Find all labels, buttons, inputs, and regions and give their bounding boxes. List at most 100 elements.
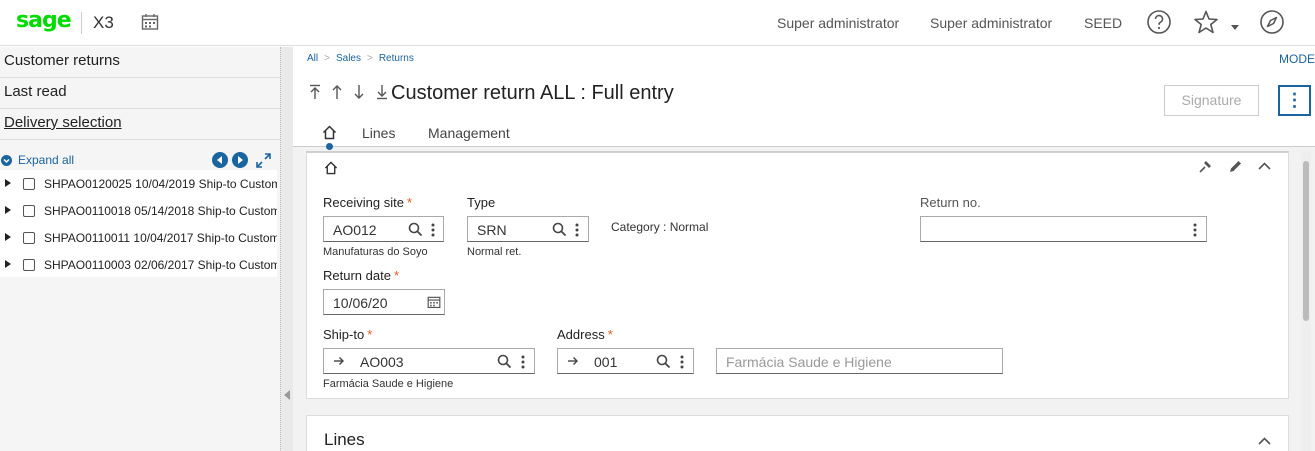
- return-no-label: Return no.: [920, 195, 981, 210]
- chevron-up-icon[interactable]: [1257, 159, 1272, 174]
- field-menu-icon[interactable]: [430, 222, 436, 238]
- address-name-field[interactable]: Farmácia Saude e Higiene: [716, 348, 1003, 374]
- panel-splitter[interactable]: [280, 47, 293, 451]
- scrollbar-thumb[interactable]: [1303, 161, 1309, 321]
- tree-row-label[interactable]: SHPAO0110003 02/06/2017 Ship-to Customer: [44, 258, 277, 272]
- divider: [81, 12, 82, 34]
- more-actions-button[interactable]: ⋮: [1278, 85, 1311, 116]
- field-menu-icon[interactable]: [574, 222, 580, 238]
- field-menu-icon[interactable]: [520, 354, 526, 370]
- type-field[interactable]: SRN: [467, 216, 589, 242]
- user-role-link[interactable]: Super administrator: [777, 15, 899, 31]
- breadcrumb-all[interactable]: All: [307, 53, 318, 64]
- field-menu-icon[interactable]: [679, 354, 685, 370]
- search-icon[interactable]: [552, 222, 567, 237]
- expand-all-link[interactable]: Expand all: [18, 153, 74, 167]
- breadcrumb-sales[interactable]: Sales: [336, 53, 361, 64]
- arrow-right-icon[interactable]: [567, 356, 579, 366]
- user-name-link[interactable]: Super administrator: [930, 15, 1052, 31]
- lines-section-card: Lines: [306, 415, 1289, 451]
- address-label: Address *: [557, 327, 613, 342]
- expand-all-icon[interactable]: [1, 155, 12, 166]
- left-panel-item-delivery-selection[interactable]: Delivery selection: [0, 109, 280, 140]
- receiving-site-field[interactable]: AO012: [323, 216, 444, 242]
- receiving-site-label: Receiving site *: [323, 195, 412, 210]
- mode-link[interactable]: MODE: [1279, 52, 1315, 66]
- top-bar: sage X3 Super administrator Super admini…: [0, 0, 1315, 46]
- return-date-value: 10/06/20: [333, 295, 388, 311]
- main-content: All > Sales > Returns MODE Customer return A…: [293, 47, 1315, 451]
- scrollbar[interactable]: [1301, 151, 1311, 451]
- return-date-label: Return date *: [323, 268, 399, 283]
- tree-row-label[interactable]: SHPAO0120025 10/04/2019 Ship-to Customer: [44, 177, 277, 191]
- left-panel-item-label: Customer returns: [4, 52, 120, 69]
- breadcrumb: All > Sales > Returns: [307, 53, 414, 64]
- star-icon[interactable]: [1193, 9, 1219, 35]
- return-date-field[interactable]: 10/06/20: [323, 289, 445, 315]
- left-panel-item-customer-returns[interactable]: Customer returns: [0, 47, 280, 78]
- chevron-down-icon[interactable]: [1230, 24, 1240, 31]
- arrow-right-icon[interactable]: [333, 356, 345, 366]
- tab-home-icon[interactable]: [322, 125, 337, 140]
- tab-lines[interactable]: Lines: [362, 125, 395, 141]
- signature-button[interactable]: Signature: [1164, 85, 1259, 116]
- lines-section-title: Lines: [324, 430, 365, 449]
- address-field[interactable]: 001: [557, 348, 694, 374]
- active-tab-indicator: [326, 143, 333, 150]
- help-icon[interactable]: [1146, 9, 1172, 35]
- caret-right-icon[interactable]: [5, 233, 11, 241]
- caret-right-icon[interactable]: [5, 179, 11, 187]
- row-checkbox[interactable]: [23, 259, 35, 271]
- tree-row[interactable]: SHPAO0110011 10/04/2017 Ship-to Customer: [0, 224, 277, 251]
- tree-row[interactable]: SHPAO0120025 10/04/2019 Ship-to Customer: [0, 170, 277, 197]
- return-no-field[interactable]: [920, 216, 1207, 242]
- home-icon: [324, 161, 338, 175]
- previous-icon[interactable]: [212, 152, 228, 168]
- caret-right-icon[interactable]: [5, 206, 11, 214]
- type-value: SRN: [477, 222, 507, 238]
- compass-icon[interactable]: [1259, 9, 1285, 35]
- ship-to-description: Farmácia Saude e Higiene: [323, 378, 454, 390]
- last-record-icon[interactable]: [375, 84, 389, 100]
- search-icon[interactable]: [656, 354, 671, 369]
- calendar-icon[interactable]: [141, 13, 159, 31]
- record-navigation: [308, 84, 389, 104]
- date-picker-icon[interactable]: [427, 295, 441, 309]
- next-record-icon[interactable]: [352, 84, 366, 100]
- expand-panel-icon[interactable]: [256, 153, 271, 168]
- field-menu-icon[interactable]: [1192, 222, 1198, 238]
- breadcrumb-returns[interactable]: Returns: [379, 53, 414, 64]
- collapse-panel-icon[interactable]: [284, 390, 290, 400]
- sage-logo[interactable]: sage: [16, 8, 72, 33]
- tree-row[interactable]: SHPAO0110018 05/14/2018 Ship-to Customer: [0, 197, 277, 224]
- previous-record-icon[interactable]: [330, 84, 344, 100]
- ship-to-label: Ship-to *: [323, 327, 373, 342]
- chevron-up-icon[interactable]: [1257, 434, 1272, 449]
- address-name-placeholder: Farmácia Saude e Higiene: [726, 354, 892, 370]
- receiving-site-value: AO012: [333, 222, 377, 238]
- left-panel-item-last-read[interactable]: Last read: [0, 78, 280, 109]
- page-header: All > Sales > Returns MODE Customer return A…: [293, 47, 1315, 150]
- edit-pencil-icon[interactable]: [1228, 159, 1243, 174]
- first-record-icon[interactable]: [308, 84, 322, 100]
- address-value: 001: [594, 354, 618, 370]
- left-panel-item-label: Delivery selection: [4, 114, 122, 131]
- row-checkbox[interactable]: [23, 178, 35, 190]
- caret-right-icon[interactable]: [5, 260, 11, 268]
- row-checkbox[interactable]: [23, 205, 35, 217]
- pin-icon[interactable]: [1198, 159, 1213, 174]
- tab-management[interactable]: Management: [428, 125, 510, 141]
- receiving-site-description: Manufaturas do Soyo: [323, 246, 428, 258]
- search-icon[interactable]: [497, 354, 512, 369]
- tree-row-label[interactable]: SHPAO0110018 05/14/2018 Ship-to Customer: [44, 204, 277, 218]
- tree-row-label[interactable]: SHPAO0110011 10/04/2017 Ship-to Customer: [44, 231, 277, 245]
- ship-to-field[interactable]: AO003: [323, 348, 535, 374]
- row-checkbox[interactable]: [23, 232, 35, 244]
- next-icon[interactable]: [232, 152, 248, 168]
- folder-link[interactable]: SEED: [1084, 15, 1122, 31]
- product-name: X3: [93, 13, 114, 32]
- search-icon[interactable]: [408, 222, 423, 237]
- section-tools: [1188, 159, 1272, 179]
- left-panel-item-label: Last read: [4, 83, 67, 100]
- tree-row[interactable]: SHPAO0110003 02/06/2017 Ship-to Customer: [0, 251, 277, 278]
